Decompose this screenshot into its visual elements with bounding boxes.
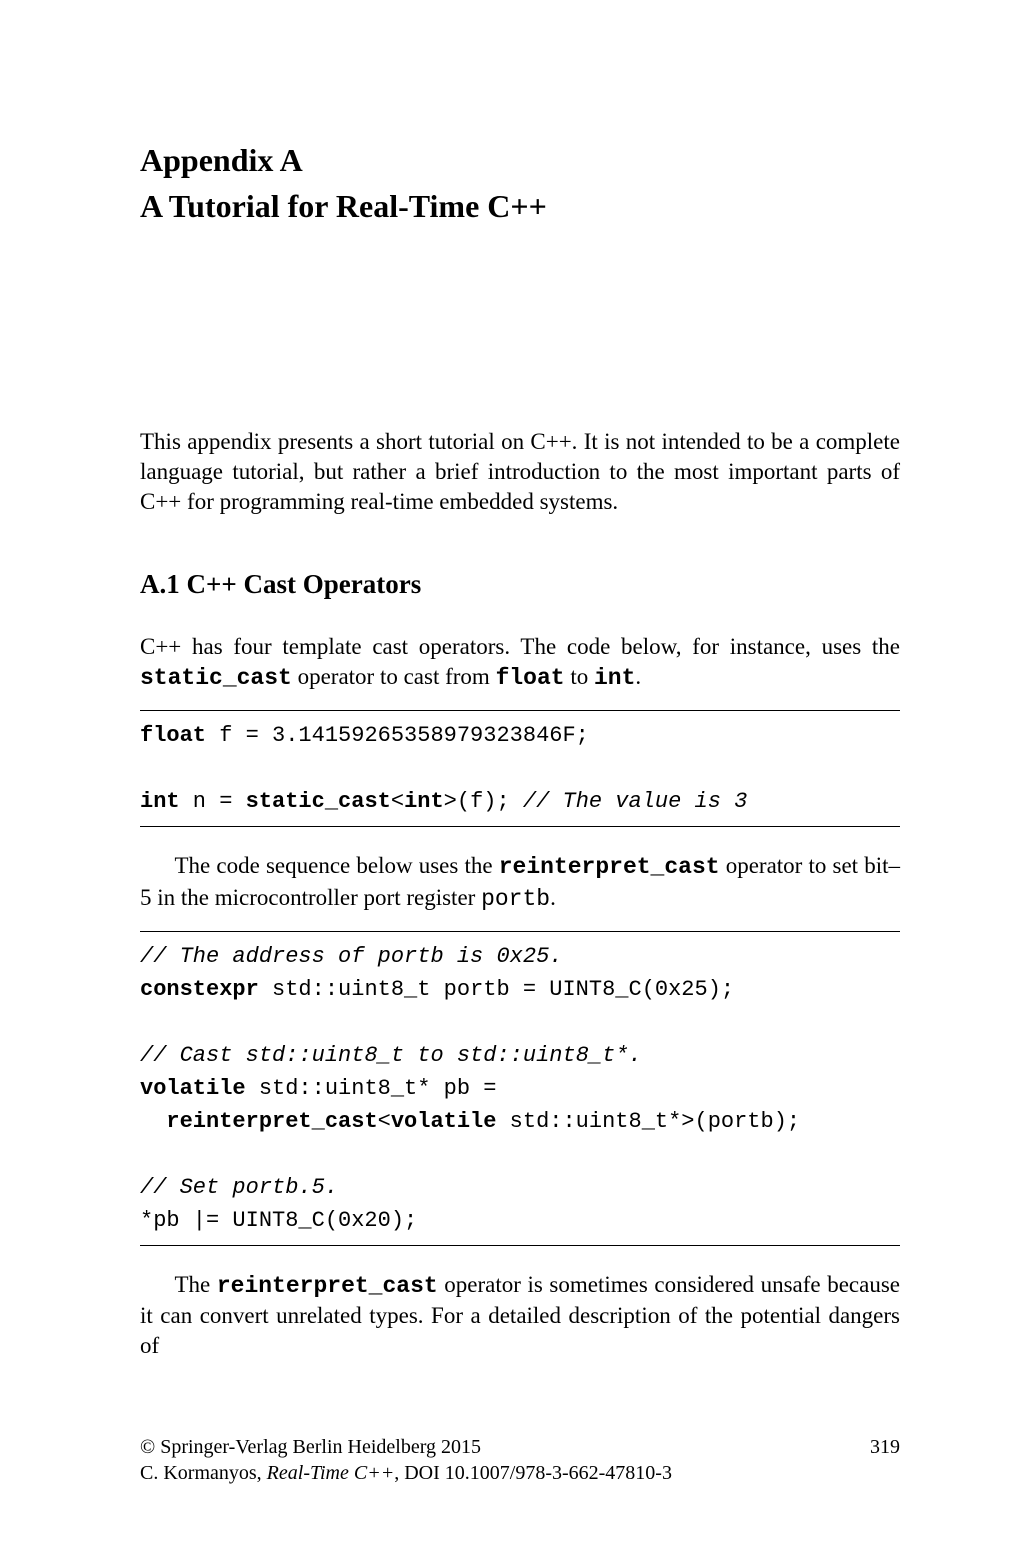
code2-c2: // Cast std::uint8_t to std::uint8_t*. [140,1043,642,1068]
paragraph-1: The code sequence below uses the reinter… [140,851,900,915]
code-portb: portb [481,886,550,912]
code-int: int [594,665,635,691]
intro-paragraph: This appendix presents a short tutorial … [140,427,900,517]
section-intro-mid1: operator to cast from [292,664,496,689]
section-intro-post: . [635,664,641,689]
kw-constexpr: constexpr [140,977,259,1002]
code-reinterpret-cast-1: reinterpret_cast [499,854,720,880]
footer-title: Real-Time C++ [267,1462,395,1484]
kw-volatile-2: volatile [391,1109,497,1134]
footer-line1: © Springer-Verlag Berlin Heidelberg 2015… [140,1434,900,1460]
code2-c1: // The address of portb is 0x25. [140,944,562,969]
kw-reinterpret-cast: reinterpret_cast [166,1109,377,1134]
kw-float: float [140,723,206,748]
footer: © Springer-Verlag Berlin Heidelberg 2015… [140,1434,900,1486]
code2-l5-pre [140,1109,166,1134]
code-block-2: // The address of portb is 0x25. constex… [140,931,900,1246]
code1-l2-mid1: n = [180,789,246,814]
kw-int-2: int [404,789,444,814]
code-reinterpret-cast-2: reinterpret_cast [217,1273,438,1299]
footer-doi: , DOI 10.1007/978-3-662-47810-3 [394,1462,672,1484]
kw-volatile-1: volatile [140,1076,246,1101]
appendix-title: A Tutorial for Real-Time C++ [140,186,900,228]
code2-c3: // Set portb.5. [140,1175,338,1200]
para1-pre: The code sequence below uses the [175,853,499,878]
code2-l7: *pb |= UINT8_C(0x20); [140,1208,417,1233]
footer-citation: C. Kormanyos, Real-Time C++, DOI 10.1007… [140,1460,900,1486]
kw-int-1: int [140,789,180,814]
code-block-1: float f = 3.14159265358979323846F; int n… [140,710,900,827]
paragraph-2: The reinterpret_cast operator is sometim… [140,1270,900,1362]
footer-page-number: 319 [870,1434,900,1460]
footer-copyright: © Springer-Verlag Berlin Heidelberg 2015 [140,1434,481,1460]
section-intro: C++ has four template cast operators. Th… [140,632,900,694]
para1-post: . [550,885,556,910]
code-static-cast: static_cast [140,665,292,691]
para2-pre: The [175,1272,217,1297]
code2-l4-rest: std::uint8_t* pb = [246,1076,497,1101]
footer-author: C. Kormanyos, [140,1462,267,1484]
section-intro-mid2: to [565,664,594,689]
code-float: float [496,665,565,691]
code1-comment: // The value is 3 [523,789,747,814]
code1-l2-mid2: < [391,789,404,814]
kw-static-cast: static_cast [246,789,391,814]
code1-l2-mid3: >(f); [444,789,523,814]
appendix-label: Appendix A [140,140,900,182]
code2-l5-mid1: < [378,1109,391,1134]
code1-line1-rest: f = 3.14159265358979323846F; [206,723,589,748]
code2-l5-rest: std::uint8_t*>(portb); [496,1109,800,1134]
section-heading: A.1 C++ Cast Operators [140,567,900,602]
section-intro-text: C++ has four template cast operators. Th… [140,634,900,659]
code2-l2-rest: std::uint8_t portb = UINT8_C(0x25); [259,977,734,1002]
